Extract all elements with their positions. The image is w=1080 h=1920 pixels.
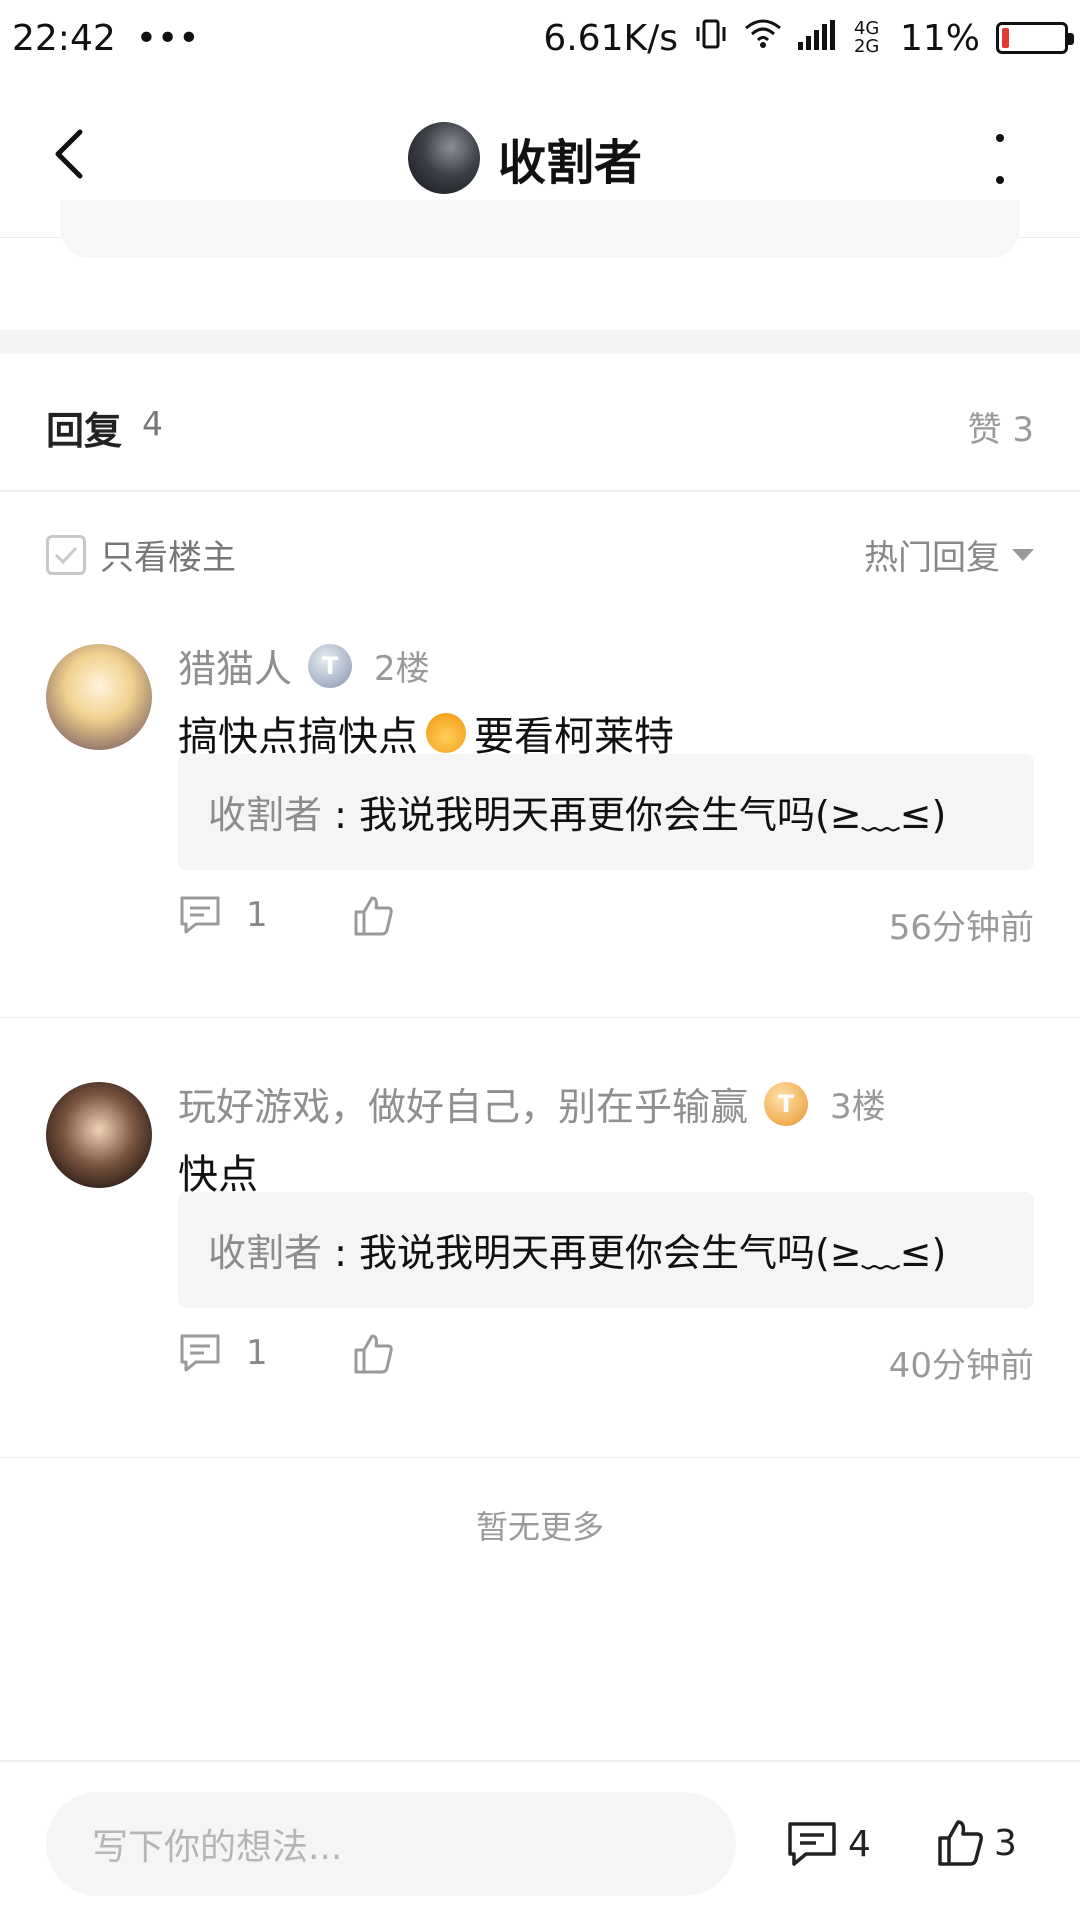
reply-count: 1 <box>246 1333 268 1373</box>
comment-input[interactable]: 写下你的想法... <box>46 1792 736 1896</box>
bottom-bar: 写下你的想法... 4 3 <box>0 1760 1080 1920</box>
floor-number: 3楼 <box>830 1087 886 1127</box>
replies-header: 回复 4 赞 3 <box>0 354 1080 492</box>
reply-button[interactable]: 1 <box>178 894 268 936</box>
status-more-dots: ••• <box>135 17 200 59</box>
caret-down-icon <box>1012 548 1034 561</box>
network-type: 4G 2G <box>853 18 880 57</box>
comment-icon <box>180 1334 220 1372</box>
level-badge-icon: T <box>308 643 353 688</box>
network-speed: 6.61K/s <box>543 17 678 59</box>
author-reply-quote[interactable]: 收割者 : 我说我明天再更你会生气吗(≥﹏≤) <box>178 1192 1034 1308</box>
status-time: 22:42 <box>12 17 116 59</box>
chevron-left-icon <box>55 129 83 179</box>
comment-username[interactable]: 玩好游戏，做好自己，别在乎输赢 <box>178 1076 748 1131</box>
reply-button[interactable]: 1 <box>178 1332 268 1374</box>
author-header[interactable]: 收割者 <box>408 120 642 196</box>
thumbs-up-icon <box>354 1334 393 1374</box>
battery-level <box>1002 28 1009 48</box>
reply-filter-row: 只看楼主 热门回复 <box>0 492 1080 612</box>
more-options-button[interactable] <box>990 134 1010 184</box>
comment-icon <box>180 896 220 934</box>
checkbox-icon[interactable] <box>46 534 86 575</box>
comment-item[interactable]: 玩好游戏，做好自己，别在乎输赢 T 3楼 快点 收割者 : 我说我明天再更你会生… <box>0 1050 1080 1458</box>
emoji-face-icon <box>426 713 466 753</box>
comment-time: 56分钟前 <box>888 908 1034 948</box>
comment-username[interactable]: 猎猫人 <box>178 638 292 693</box>
user-avatar[interactable] <box>46 1082 152 1188</box>
likes-summary[interactable]: 赞 3 <box>968 402 1034 451</box>
comment-total: 4 <box>848 1823 871 1865</box>
only-op-label: 只看楼主 <box>100 538 236 578</box>
like-button[interactable] <box>352 894 394 942</box>
quote-text: 我说我明天再更你会生气吗(≥﹏≤) <box>358 1231 947 1275</box>
author-avatar[interactable] <box>408 122 480 194</box>
comment-icon <box>788 1822 836 1866</box>
reply-count: 1 <box>246 895 268 935</box>
like-button[interactable] <box>352 1332 394 1380</box>
comments-button[interactable]: 4 <box>786 1820 871 1868</box>
author-reply-quote[interactable]: 收割者 : 我说我明天再更你会生气吗(≥﹏≤) <box>178 754 1034 870</box>
comment-time: 40分钟前 <box>888 1346 1034 1386</box>
section-divider <box>0 330 1080 354</box>
floor-number: 2楼 <box>374 649 430 689</box>
level-badge-icon: T <box>764 1081 809 1126</box>
sort-dropdown[interactable]: 热门回复 <box>864 530 1034 579</box>
signal-icon <box>797 18 838 59</box>
battery-percent: 11% <box>899 17 980 59</box>
author-name[interactable]: 收割者 <box>498 123 642 193</box>
thumbs-up-icon <box>354 896 393 936</box>
quote-author: 收割者 <box>208 793 323 837</box>
replies-count: 4 <box>142 404 163 443</box>
quote-text: 我说我明天再更你会生气吗(≥﹏≤) <box>358 793 947 837</box>
previous-content-edge <box>60 200 1020 258</box>
status-bar: 22:42 ••• 6.61K/s 4G 2G 11% <box>0 0 1080 76</box>
back-button[interactable] <box>38 124 98 184</box>
user-avatar[interactable] <box>46 644 152 750</box>
sort-label: 热门回复 <box>864 538 1000 578</box>
battery-icon <box>996 22 1074 54</box>
comment-item[interactable]: 猎猫人 T 2楼 搞快点搞快点 要看柯莱特 收割者 : 我说我明天再更你会生气吗… <box>0 612 1080 1018</box>
like-post-button[interactable]: 3 <box>936 1818 1017 1868</box>
quote-author: 收割者 <box>208 1231 323 1275</box>
vibrate-icon <box>694 17 728 60</box>
like-total: 3 <box>994 1822 1017 1864</box>
wifi-icon <box>744 18 782 59</box>
more-icon <box>996 134 1004 142</box>
quote-separator: : <box>322 793 359 837</box>
replies-title: 回复 <box>46 409 123 453</box>
thumbs-up-icon <box>938 1820 983 1866</box>
quote-separator: : <box>322 1231 359 1275</box>
only-op-toggle[interactable]: 只看楼主 <box>46 530 236 579</box>
no-more-text: 暂无更多 <box>475 1508 604 1546</box>
